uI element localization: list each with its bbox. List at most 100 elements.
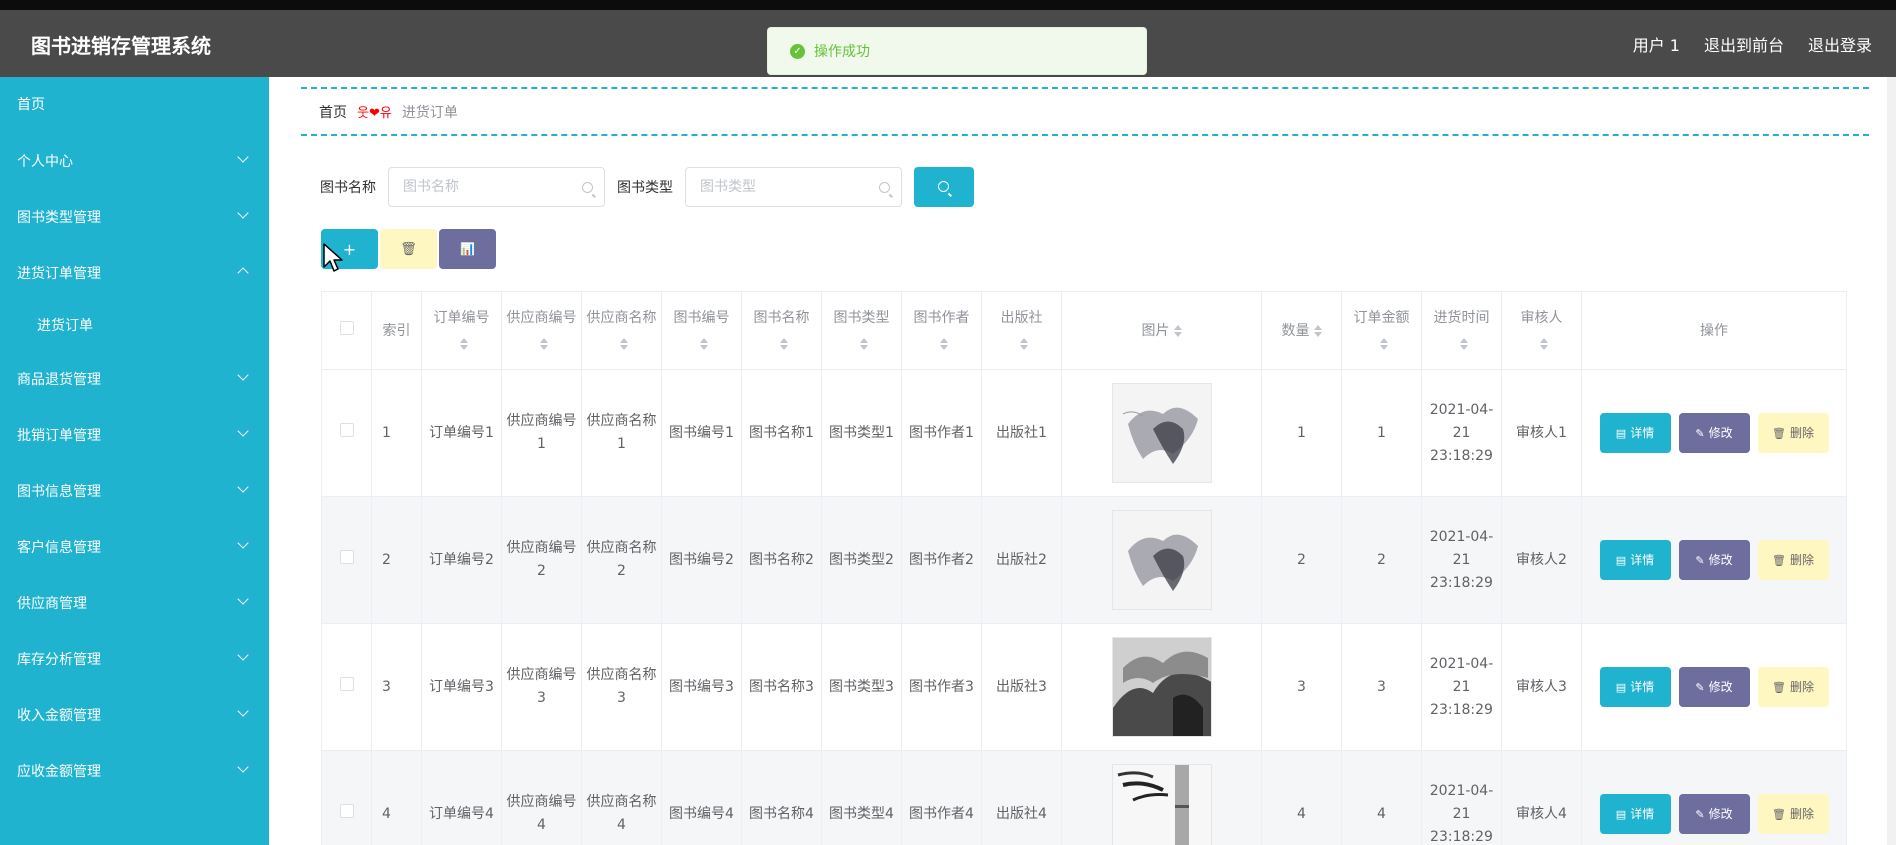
select-all-cell [321,291,372,370]
delete-button[interactable]: 🗑 删除 [1757,794,1829,834]
pencil-icon: ✎ [1695,426,1705,440]
cell-qty: 1 [1261,369,1342,497]
search-button[interactable] [914,167,974,207]
sidebar-item-wholesale[interactable]: 批销订单管理 [0,415,269,455]
delete-button[interactable]: 🗑 删除 [1757,540,1829,580]
sort-icon[interactable] [539,337,548,350]
column-header[interactable]: 订单金额 [1341,291,1422,370]
cell-book-name: 图书名称3 [741,623,822,751]
sidebar-item-label: 个人中心 [17,154,73,170]
cell-publisher: 出版社3 [981,623,1062,751]
sort-icon[interactable] [1379,337,1388,350]
book-thumbnail[interactable] [1111,637,1212,737]
book-thumbnail[interactable] [1111,764,1212,845]
column-header[interactable]: 订单编号 [421,291,502,370]
cell-actions: ▤ 详情 ✎ 修改 🗑 删除 [1581,496,1847,624]
column-header[interactable]: 供应商名称 [581,291,662,370]
delete-button[interactable]: 🗑 删除 [1757,667,1829,707]
chart-button[interactable]: 📊 [439,229,496,269]
column-header[interactable]: 供应商编号 [501,291,582,370]
column-header[interactable]: 图书类型 [821,291,902,370]
edit-button[interactable]: ✎ 修改 [1678,540,1750,580]
sort-icon[interactable] [619,337,628,350]
cell-supplier-no: 供应商编号1 [501,369,582,497]
sort-icon[interactable] [1173,324,1182,337]
search-icon [879,182,890,193]
sidebar-item-book-info[interactable]: 图书信息管理 [0,471,269,511]
logout-link[interactable]: 退出登录 [1808,32,1872,56]
sidebar-item-book-type[interactable]: 图书类型管理 [0,197,269,237]
column-header[interactable]: 数量 [1261,291,1342,370]
document-icon: ▤ [1615,553,1627,567]
purchase-order-table: 索引 订单编号 供应商编号 供应商名称 图书编号 图书名称 图书类型 图书作者 … [321,291,1847,845]
sort-icon[interactable] [699,337,708,350]
sidebar-item-label: 进货订单 [37,318,93,334]
column-label: 图片 [1141,322,1170,339]
cell-qty: 2 [1261,496,1342,624]
row-checkbox[interactable] [339,422,354,437]
sidebar-item-income[interactable]: 收入金额管理 [0,695,269,735]
sidebar-item-receivable[interactable]: 应收金额管理 [0,751,269,791]
edit-button[interactable]: ✎ 修改 [1678,667,1750,707]
column-header[interactable]: 图书作者 [901,291,982,370]
column-header[interactable]: 图片 [1061,291,1262,370]
cell-book-no: 图书编号3 [661,623,742,751]
sidebar-item-return[interactable]: 商品退货管理 [0,359,269,399]
breadcrumb-home[interactable]: 首页 [319,102,347,122]
column-header[interactable]: 审核人 [1501,291,1582,370]
detail-button[interactable]: ▤ 详情 [1599,794,1671,834]
sort-icon[interactable] [1459,337,1468,350]
column-header[interactable]: 进货时间 [1421,291,1502,370]
sort-icon[interactable] [1313,324,1322,337]
chevron-down-icon [237,761,249,773]
table-row: 1 订单编号1 供应商编号1 供应商名称1 图书编号1 图书名称1 图书类型1 图书作者1 出版… [321,369,1847,497]
column-label: 图书编号 [673,309,730,326]
sort-icon[interactable] [1539,337,1548,350]
sidebar-item-purchase-order[interactable]: 进货订单管理 [0,253,269,293]
sidebar-item-inventory[interactable]: 库存分析管理 [0,639,269,679]
row-checkbox[interactable] [339,803,354,818]
column-header[interactable]: 图书名称 [741,291,822,370]
sort-icon[interactable] [939,337,948,350]
detail-label: 详情 [1630,806,1655,821]
cell-image [1061,623,1262,751]
batch-delete-button[interactable]: 🗑 [380,229,437,269]
delete-button[interactable]: 🗑 删除 [1757,413,1829,453]
cell-index: 3 [371,623,422,751]
sidebar-item-supplier[interactable]: 供应商管理 [0,583,269,623]
app-title: 图书进销存管理系统 [31,34,211,58]
detail-button[interactable]: ▤ 详情 [1599,540,1671,580]
row-checkbox[interactable] [339,676,354,691]
cell-book-name: 图书名称1 [741,369,822,497]
detail-button[interactable]: ▤ 详情 [1599,413,1671,453]
edit-button[interactable]: ✎ 修改 [1678,794,1750,834]
column-header[interactable]: 图书编号 [661,291,742,370]
sidebar-item-label: 首页 [17,97,45,113]
sidebar-subitem-purchase-order[interactable]: 进货订单 [0,305,269,345]
cell-book-no: 图书编号1 [661,369,742,497]
row-checkbox[interactable] [339,549,354,564]
cell-image [1061,369,1262,497]
book-type-input[interactable] [700,168,870,206]
success-toast: ✓ 操作成功 [767,27,1147,75]
exit-front-link[interactable]: 退出到前台 [1704,32,1784,56]
sort-icon[interactable] [859,337,868,350]
book-thumbnail[interactable] [1111,383,1212,483]
book-thumbnail[interactable] [1111,510,1212,610]
search-row: 图书名称 图书类型 [320,167,974,207]
detail-button[interactable]: ▤ 详情 [1599,667,1671,707]
sidebar-item-customer[interactable]: 客户信息管理 [0,527,269,567]
edit-button[interactable]: ✎ 修改 [1678,413,1750,453]
sort-icon[interactable] [779,337,788,350]
book-name-input[interactable] [403,168,573,206]
sort-icon[interactable] [459,337,468,350]
sort-icon[interactable] [1019,337,1028,350]
column-header[interactable]: 出版社 [981,291,1062,370]
column-label: 审核人 [1520,309,1563,326]
sidebar-item-home[interactable]: 首页 [0,84,269,124]
select-all-checkbox[interactable] [339,320,354,335]
cell-index: 1 [371,369,422,497]
delete-label: 删除 [1789,552,1814,567]
user-name[interactable]: 用户 1 [1633,32,1680,56]
sidebar-item-personal[interactable]: 个人中心 [0,141,269,181]
